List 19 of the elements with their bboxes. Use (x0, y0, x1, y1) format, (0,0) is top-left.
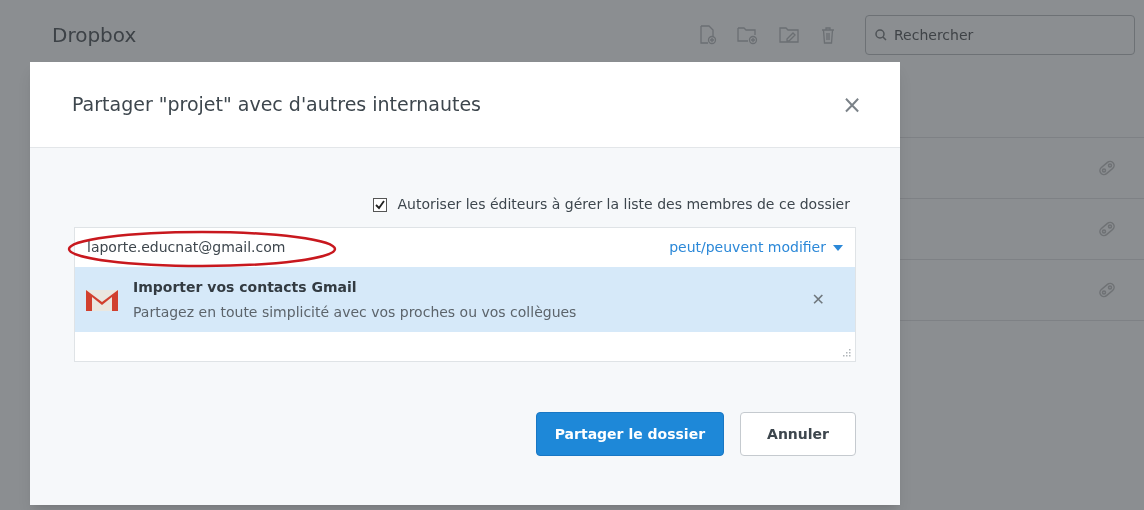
dismiss-button[interactable]: ✕ (811, 287, 825, 312)
shared-folder-icon[interactable] (779, 25, 801, 45)
permission-dropdown[interactable]: peut/peuvent modifier (669, 237, 843, 258)
share-button[interactable]: Partager le dossier (535, 412, 725, 456)
search-field[interactable]: Rechercher (865, 15, 1135, 55)
new-folder-icon[interactable] (737, 25, 759, 45)
banner-text: Partagez en toute simplicité avec vos proches ou vos collègues (133, 302, 577, 322)
close-button[interactable]: × (841, 92, 862, 117)
cancel-button[interactable]: Annuler (740, 412, 856, 456)
search-icon (875, 29, 887, 41)
banner-title: Importer vos contacts Gmail (133, 277, 358, 297)
trash-icon[interactable] (821, 26, 835, 44)
caret-icon (833, 244, 843, 251)
checkbox-label: Autoriser les éditeurs à gérer la liste des membres de ce dossier (397, 195, 850, 214)
new-file-icon[interactable] (699, 25, 717, 45)
checkbox[interactable] (373, 197, 388, 212)
dialog-title: Partager "projet" avec d'autres internautes (72, 92, 481, 118)
app-title: Dropbox (52, 22, 137, 49)
resize-handle-icon[interactable] (843, 349, 851, 357)
